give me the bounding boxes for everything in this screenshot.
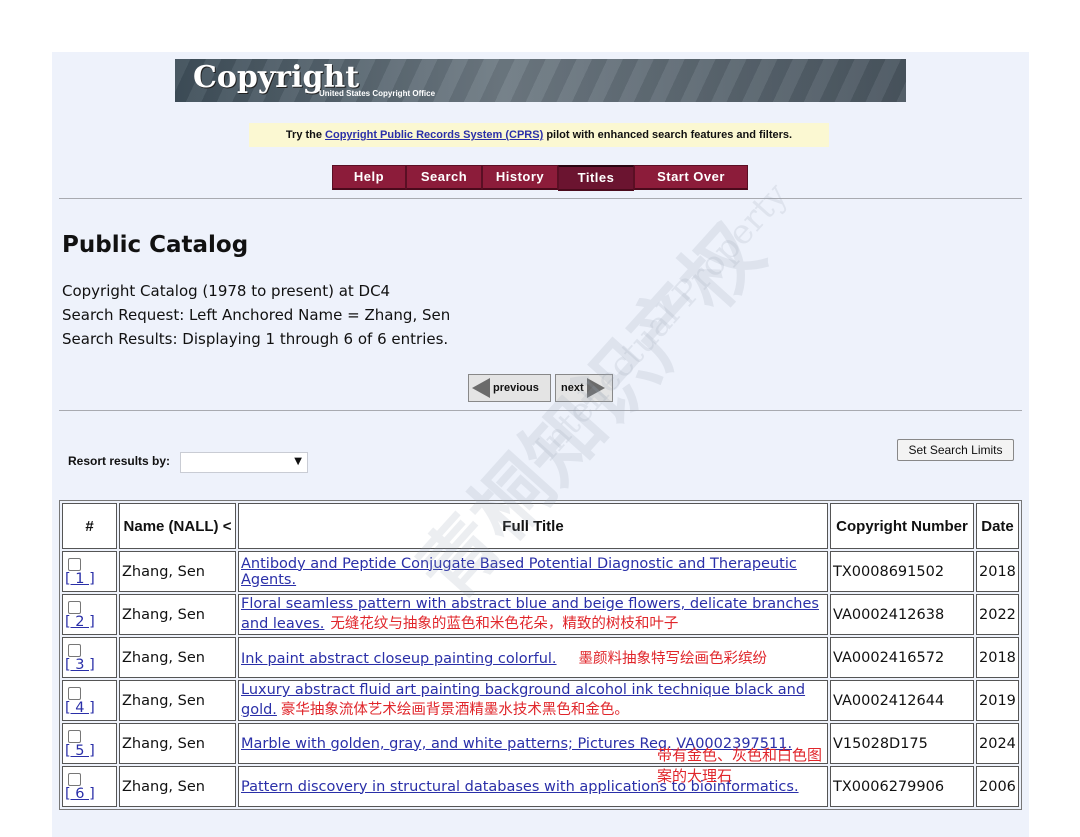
row-number-cell: [ 1 ] <box>62 551 117 592</box>
search-results-count: Search Results: Displaying 1 through 6 o… <box>62 330 449 348</box>
copyright-logo-subtitle: United States Copyright Office <box>319 89 436 98</box>
row-select-checkbox[interactable] <box>68 601 81 614</box>
table-row: [ 4 ] Zhang, Sen Luxury abstract fluid a… <box>62 680 1019 721</box>
row-select-checkbox[interactable] <box>68 730 81 743</box>
nav-titles-button[interactable]: Titles <box>558 165 634 191</box>
col-header-copyright-number: Copyright Number <box>830 503 974 549</box>
row-title-cell: Ink paint abstract closeup painting colo… <box>238 637 828 678</box>
row-date: 2024 <box>976 723 1019 764</box>
row-date: 2018 <box>976 551 1019 592</box>
row-name: Zhang, Sen <box>119 766 236 807</box>
row-title-cell: Luxury abstract fluid art painting backg… <box>238 680 828 721</box>
watermark-english: Intellectual Property <box>526 175 796 469</box>
divider-middle <box>59 410 1022 411</box>
nav-start-over-button[interactable]: Start Over <box>634 165 748 190</box>
set-search-limits-button[interactable]: Set Search Limits <box>897 439 1014 461</box>
cprs-notice-prefix: Try the <box>285 129 326 141</box>
row-copyright-number: VA0002412644 <box>830 680 974 721</box>
row-number-cell: [ 4 ] <box>62 680 117 721</box>
table-row: [ 3 ] Zhang, Sen Ink paint abstract clos… <box>62 637 1019 678</box>
cprs-link[interactable]: Copyright Public Records System (CPRS) <box>325 129 543 141</box>
row-title-cell: Antibody and Peptide Conjugate Based Pot… <box>238 551 828 592</box>
chevron-down-icon: ▼ <box>294 456 302 467</box>
row-copyright-number: TX0006279906 <box>830 766 974 807</box>
next-page-button[interactable]: next <box>555 374 613 402</box>
table-header-row: # Name (NALL) < Full Title Copyright Num… <box>62 503 1019 549</box>
row-name: Zhang, Sen <box>119 637 236 678</box>
row-number-link[interactable]: [ 2 ] <box>65 614 95 630</box>
col-header-title: Full Title <box>238 503 828 549</box>
row-title-cell: Marble with golden, gray, and white patt… <box>238 723 828 785</box>
row-number-link[interactable]: [ 4 ] <box>65 700 95 716</box>
col-header-name[interactable]: Name (NALL) < <box>119 503 236 549</box>
row-title-cell: Floral seamless pattern with abstract bl… <box>238 594 828 635</box>
row-select-checkbox[interactable] <box>68 558 81 571</box>
row-number-link[interactable]: [ 3 ] <box>65 657 95 673</box>
table-row: [ 2 ] Zhang, Sen Floral seamless pattern… <box>62 594 1019 635</box>
arrow-left-icon <box>472 378 490 398</box>
table-row: [ 1 ] Zhang, Sen Antibody and Peptide Co… <box>62 551 1019 592</box>
results-table: # Name (NALL) < Full Title Copyright Num… <box>59 500 1022 810</box>
row-number-cell: [ 3 ] <box>62 637 117 678</box>
row-chinese-note: 带有金色、灰色和白色图案的大理石 <box>657 746 823 785</box>
next-label: next <box>561 382 584 394</box>
row-copyright-number: TX0008691502 <box>830 551 974 592</box>
nav-search-button[interactable]: Search <box>406 165 482 190</box>
cprs-notice: Try the Copyright Public Records System … <box>249 123 829 147</box>
row-chinese-note: 墨颜料抽象特写绘画色彩缤纷 <box>578 651 768 667</box>
resort-label: Resort results by: <box>68 454 171 468</box>
previous-label: previous <box>493 382 539 394</box>
row-name: Zhang, Sen <box>119 680 236 721</box>
arrow-right-icon <box>586 378 605 398</box>
row-date: 2018 <box>976 637 1019 678</box>
row-name: Zhang, Sen <box>119 723 236 764</box>
nav-help-button[interactable]: Help <box>332 165 406 190</box>
row-select-checkbox[interactable] <box>68 773 81 786</box>
table-row: [ 5 ] Zhang, Sen Marble with golden, gra… <box>62 723 1019 785</box>
row-copyright-number: V15028D175 <box>830 723 974 764</box>
row-number-link[interactable]: [ 6 ] <box>65 786 95 802</box>
row-select-checkbox[interactable] <box>68 687 81 700</box>
row-name: Zhang, Sen <box>119 594 236 635</box>
main-nav: Help Search History Titles Start Over <box>332 165 748 191</box>
col-header-num: # <box>62 503 117 549</box>
row-name: Zhang, Sen <box>119 551 236 592</box>
col-header-date: Date <box>976 503 1019 549</box>
row-number-cell: [ 2 ] <box>62 594 117 635</box>
row-copyright-number: VA0002416572 <box>830 637 974 678</box>
row-chinese-note: 无缝花纹与抽象的蓝色和米色花朵，精致的树枝和叶子 <box>330 616 679 632</box>
page-container: Copyright United States Copyright Office… <box>52 52 1029 837</box>
divider-top <box>59 198 1022 199</box>
row-number-cell: [ 5 ] <box>62 723 117 764</box>
previous-page-button[interactable]: previous <box>468 374 551 402</box>
nav-history-button[interactable]: History <box>482 165 558 190</box>
search-request: Search Request: Left Anchored Name = Zha… <box>62 306 451 324</box>
row-number-link[interactable]: [ 1 ] <box>65 571 95 587</box>
page-title: Public Catalog <box>62 232 249 258</box>
row-number-cell: [ 6 ] <box>62 766 117 807</box>
copyright-office-banner[interactable]: Copyright United States Copyright Office <box>175 59 906 102</box>
row-date: 2019 <box>976 680 1019 721</box>
catalog-info: Copyright Catalog (1978 to present) at D… <box>62 282 391 300</box>
row-select-checkbox[interactable] <box>68 644 81 657</box>
row-title-link[interactable]: Antibody and Peptide Conjugate Based Pot… <box>241 556 797 588</box>
resort-select[interactable]: ▼ <box>180 452 308 473</box>
table-row: [ 6 ] Zhang, Sen Pattern discovery in st… <box>62 766 1019 807</box>
row-title-link[interactable]: Ink paint abstract closeup painting colo… <box>241 651 557 667</box>
row-chinese-note: 豪华抽象流体艺术绘画背景酒精墨水技术黑色和金色。 <box>280 702 629 718</box>
row-copyright-number: VA0002412638 <box>830 594 974 635</box>
cprs-notice-suffix: pilot with enhanced search features and … <box>543 129 793 141</box>
row-number-link[interactable]: [ 5 ] <box>65 743 95 759</box>
row-date: 2022 <box>976 594 1019 635</box>
row-date: 2006 <box>976 766 1019 807</box>
